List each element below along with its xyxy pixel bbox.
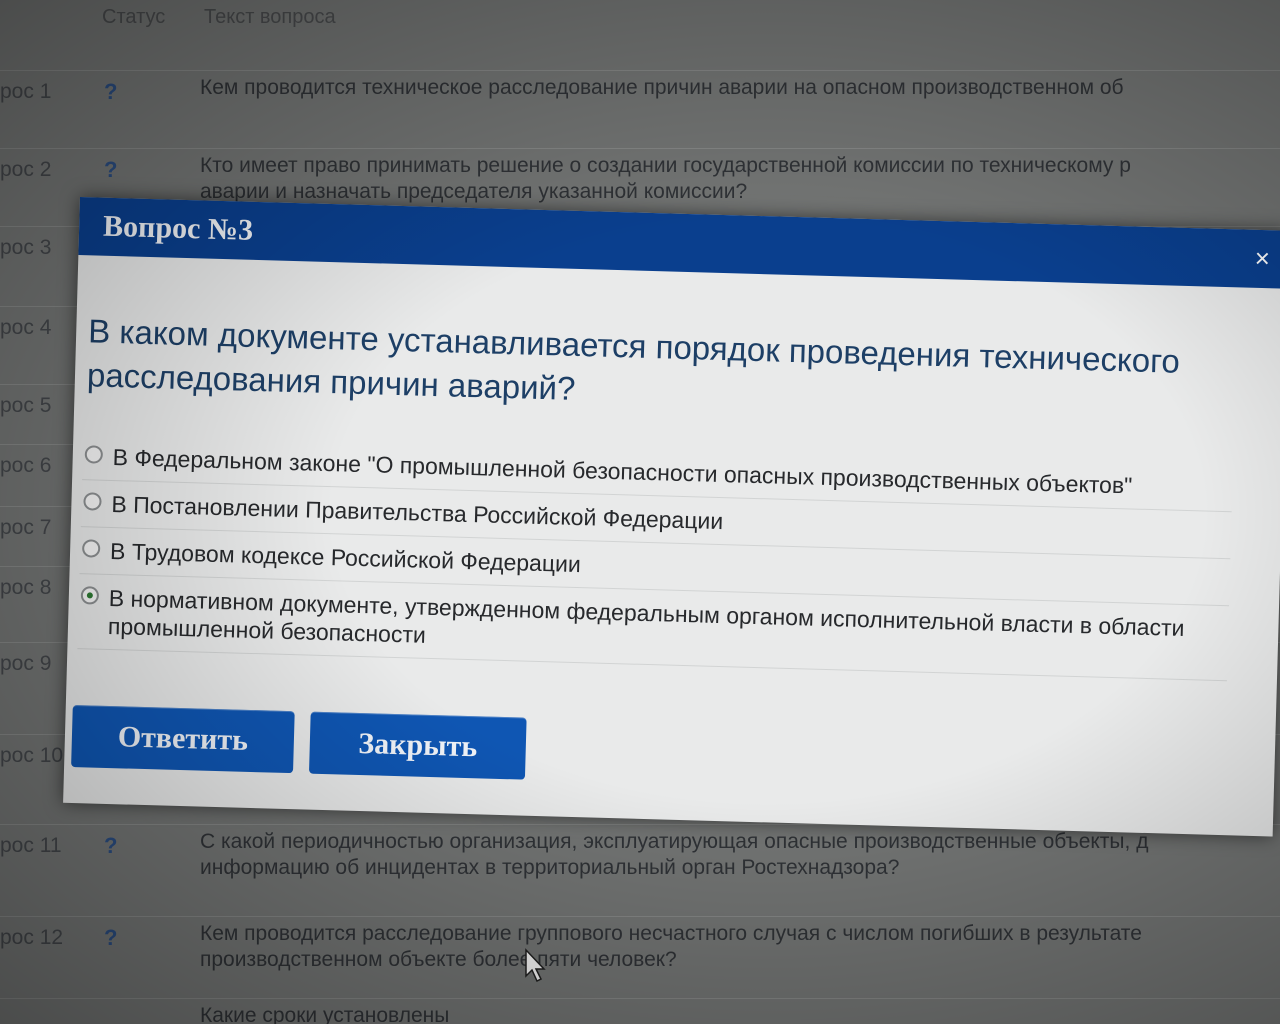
row-question-line: Кто имеет право принимать решение о созд… bbox=[200, 154, 1131, 177]
answer-button[interactable]: Ответить bbox=[71, 704, 295, 774]
question-mark-icon: ? bbox=[104, 925, 118, 950]
question-list-row[interactable]: рос 11? С какой периодичностью организаци… bbox=[0, 824, 1280, 917]
row-number: рос 1 bbox=[0, 80, 52, 103]
row-number: рос 11 bbox=[0, 834, 62, 857]
row-number: рос 2 bbox=[0, 158, 52, 181]
question-mark-icon: ? bbox=[104, 79, 118, 104]
row-question-text: Какие сроки установлены bbox=[200, 1003, 1280, 1024]
close-button[interactable]: Закрыть bbox=[308, 711, 527, 780]
question-dialog: Вопрос №3 × В каком документе устанавлив… bbox=[63, 197, 1280, 837]
row-question-line: Какие сроки установлены bbox=[200, 1004, 450, 1024]
page: Статус Текст вопроса рос 1? Кем проводитс… bbox=[0, 0, 1280, 1024]
row-number: рос 5 bbox=[0, 394, 52, 417]
row-question-line: производственном объекте более пяти чело… bbox=[200, 948, 677, 971]
row-number: рос 9 bbox=[0, 652, 52, 675]
radio-button[interactable] bbox=[83, 492, 102, 511]
question-mark-icon: ? bbox=[104, 157, 118, 182]
question-mark-icon: ? bbox=[104, 833, 118, 858]
close-icon[interactable]: × bbox=[1254, 243, 1279, 273]
radio-button[interactable] bbox=[81, 539, 101, 558]
question-list-row[interactable]: рос 1? Кем проводится техническое расслед… bbox=[0, 70, 1280, 149]
radio-button[interactable] bbox=[84, 445, 104, 464]
question-list-row[interactable]: Какие сроки установлены bbox=[0, 998, 1280, 1024]
mouse-cursor-icon bbox=[525, 948, 546, 983]
question-text: В каком документе устанавливается порядо… bbox=[86, 312, 1181, 407]
row-number: рос 7 bbox=[0, 516, 52, 539]
row-question-line: информацию об инцидентах в территориальн… bbox=[200, 856, 900, 879]
dialog-title: Вопрос №3 bbox=[102, 209, 254, 247]
row-question-line: Кем проводится техническое расследование… bbox=[200, 76, 1124, 99]
column-header-text: Текст вопроса bbox=[204, 6, 336, 28]
row-number: рос 8 bbox=[0, 576, 52, 599]
row-number: рос 12 bbox=[0, 926, 64, 949]
row-number: рос 4 bbox=[0, 316, 52, 339]
row-question-line: С какой периодичностью организация, эксп… bbox=[200, 830, 1149, 853]
row-number: рос 10 bbox=[0, 744, 64, 767]
question-list-row[interactable]: рос 12? Кем проводится расследование груп… bbox=[0, 916, 1280, 999]
answer-options: В Федеральном законе "О промышленной без… bbox=[77, 433, 1233, 682]
row-question-line: Кем проводится расследование группового … bbox=[200, 922, 1142, 945]
radio-button-checked[interactable] bbox=[80, 586, 100, 605]
row-number: рос 3 bbox=[0, 236, 52, 259]
question-list-header: Статус Текст вопроса bbox=[0, 2, 1280, 34]
row-question-line: аварии и назначать председателя указанно… bbox=[200, 180, 748, 203]
row-number: рос 6 bbox=[0, 454, 52, 477]
row-question-text: Кто имеет право принимать решение о созд… bbox=[200, 153, 1280, 205]
column-header-status: Статус bbox=[102, 6, 166, 28]
row-question-text: С какой периодичностью организация, эксп… bbox=[200, 829, 1280, 881]
row-question-text: Кем проводится расследование группового … bbox=[200, 921, 1280, 973]
row-question-text: Кем проводится техническое расследование… bbox=[200, 75, 1280, 101]
